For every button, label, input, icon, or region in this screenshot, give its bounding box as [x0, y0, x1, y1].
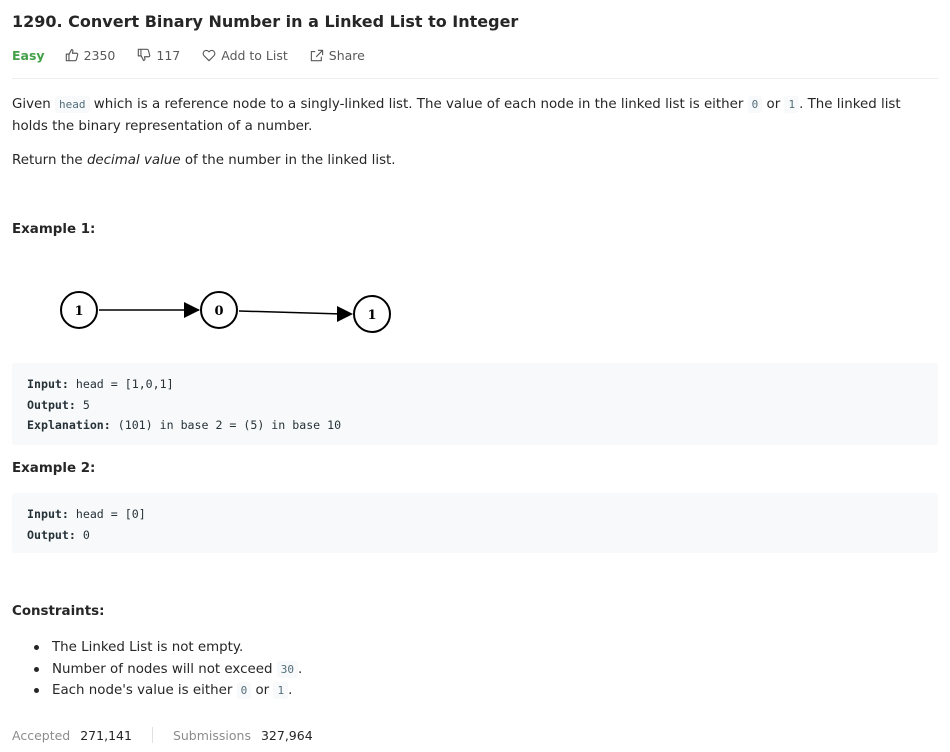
- inline-code-zero: 0: [747, 96, 763, 113]
- statement-text: or: [762, 97, 785, 112]
- like-count: 2350: [83, 47, 116, 63]
- accepted-label: Accepted: [12, 727, 71, 743]
- example-1-input-line: Input: head = [1,0,1]: [27, 374, 923, 395]
- explanation-label: Explanation:: [27, 418, 111, 432]
- accepted-count: 271,141: [80, 727, 132, 743]
- list-node-1-value: 1: [74, 304, 83, 319]
- example-1-output-line: Output: 5: [27, 395, 923, 416]
- statement-text: which is a reference node to a singly-li…: [89, 97, 748, 112]
- share-icon: [310, 49, 323, 61]
- statement-text: of the number in the linked list.: [180, 153, 396, 168]
- problem-statement: Given head which is a reference node to …: [12, 94, 940, 138]
- inline-code-zero: 0: [236, 682, 252, 699]
- list-arrow-2: [238, 310, 343, 315]
- constraints-list: The Linked List is not empty. Number of …: [34, 637, 302, 702]
- constraint-text: .: [297, 661, 303, 677]
- example-2-output-line: Output: 0: [27, 525, 923, 546]
- example-1-heading: Example 1:: [12, 222, 96, 237]
- input-value: head = [0]: [68, 507, 146, 521]
- example-2-heading: Example 2:: [12, 461, 96, 476]
- output-value: 0: [75, 527, 90, 542]
- dislike-button[interactable]: 117: [137, 48, 180, 63]
- example-1-code-block: Input: head = [1,0,1] Output: 5 Explanat…: [12, 363, 938, 445]
- thumbs-down-icon: [138, 48, 151, 61]
- submission-stats: Accepted 271,141 Submissions 327,964: [12, 727, 313, 743]
- submissions-count: 327,964: [260, 727, 313, 743]
- constraints-heading: Constraints:: [12, 604, 105, 619]
- constraint-item: Number of nodes will not exceed 30.: [34, 659, 302, 681]
- constraint-text: The Linked List is not empty.: [52, 640, 244, 655]
- like-button[interactable]: 2350: [65, 47, 116, 63]
- share-button[interactable]: Share: [310, 48, 365, 63]
- output-label: Output:: [27, 397, 76, 412]
- problem-meta-bar: Easy 2350 117 Add to List Share: [12, 46, 387, 64]
- statement-text: Given: [12, 97, 56, 112]
- difficulty-badge: Easy: [12, 47, 45, 63]
- input-label: Input:: [27, 377, 69, 391]
- inline-code-one: 1: [784, 96, 800, 113]
- example-2-code-block: Input: head = [0] Output: 0: [12, 493, 938, 553]
- submissions-label: Submissions: [172, 727, 251, 743]
- list-node-2-value: 0: [214, 304, 223, 319]
- arrow-head-2: [337, 306, 353, 322]
- list-node-3-value: 1: [367, 308, 376, 323]
- header-divider: [12, 78, 938, 79]
- thumbs-up-icon: [65, 49, 78, 62]
- inline-code-thirty: 30: [276, 660, 298, 678]
- inline-code-one: 1: [273, 682, 289, 699]
- example-1-explanation-line: Explanation: (101) in base 2 = (5) in ba…: [27, 415, 923, 436]
- heart-icon: [202, 49, 216, 61]
- share-label: Share: [328, 47, 365, 63]
- input-value: head = [1,0,1]: [68, 377, 174, 391]
- constraint-text: or: [251, 683, 274, 698]
- example-2-input-line: Input: head = [0]: [27, 504, 923, 525]
- statement-paragraph-1: Given head which is a reference node to …: [12, 94, 940, 138]
- dislike-count: 117: [156, 47, 181, 63]
- constraint-item: The Linked List is not empty.: [34, 637, 302, 659]
- add-to-list-button[interactable]: Add to List: [202, 48, 288, 63]
- emphasis-text: decimal value: [86, 153, 181, 168]
- output-value: 5: [75, 397, 90, 412]
- explanation-value: (101) in base 2 = (5) in base 10: [110, 418, 342, 432]
- constraint-text: Each node's value is either: [52, 683, 237, 698]
- linked-list-diagram: 1 0 1: [60, 291, 391, 333]
- stats-divider: [151, 727, 153, 743]
- arrow-head-1: [184, 302, 200, 318]
- constraint-item: Each node's value is either 0 or 1.: [34, 680, 302, 702]
- statement-paragraph-2: Return the decimal value of the number i…: [12, 150, 396, 172]
- constraint-text: Number of nodes will not exceed: [52, 661, 277, 677]
- output-label: Output:: [27, 527, 76, 542]
- statement-text: Return the: [12, 153, 87, 168]
- input-label: Input:: [27, 507, 69, 521]
- inline-code-head: head: [55, 96, 90, 113]
- constraint-text: .: [288, 683, 293, 698]
- add-to-list-label: Add to List: [221, 47, 288, 63]
- problem-title: 1290. Convert Binary Number in a Linked …: [12, 12, 519, 31]
